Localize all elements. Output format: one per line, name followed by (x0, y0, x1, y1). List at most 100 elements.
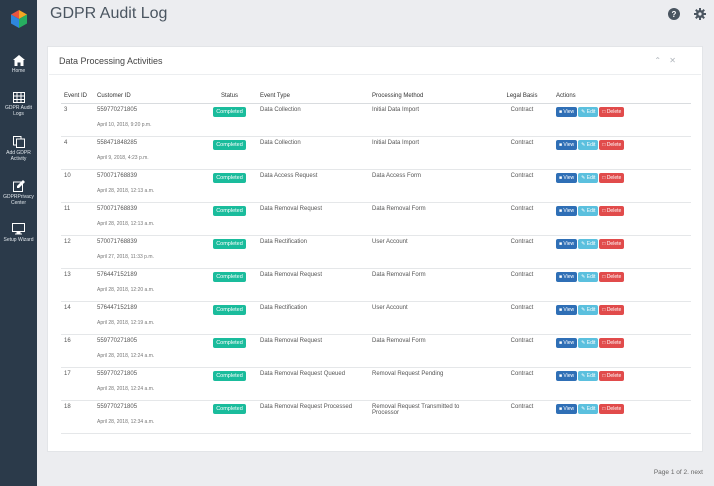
customer-cell: 570071768839 April 28, 2018, 12:13 a.m. (94, 169, 202, 202)
edit-label: Edit (586, 273, 596, 280)
event-type-cell: Data Removal Request (257, 268, 369, 301)
delete-button[interactable]: □ Delete (599, 238, 625, 249)
sidebar-item-privacy-center[interactable]: GDPRPrivacy Center (0, 180, 37, 206)
chevron-up-icon[interactable]: ⌃ (654, 56, 661, 65)
event-type: Data Removal Request (260, 337, 323, 344)
delete-button[interactable]: □ Delete (599, 403, 625, 414)
customer-cell: 576447152189 April 28, 2018, 12:20 a.m. (94, 268, 202, 301)
customer-cell: 559770271805 April 28, 2018, 12:24 a.m. (94, 367, 202, 400)
event-type-cell: Data Rectification (257, 235, 369, 268)
column-header-status[interactable]: Status (202, 90, 257, 104)
delete-button[interactable]: □ Delete (599, 304, 625, 315)
view-button[interactable]: ■ View (556, 205, 578, 216)
basis-cell: Contract (491, 169, 553, 202)
view-label: View (563, 306, 575, 313)
edit-icon (0, 180, 37, 192)
processing-method: User Account (372, 238, 408, 245)
delete-button[interactable]: □ Delete (599, 172, 625, 183)
column-header-legal-basis[interactable]: Legal Basis (491, 90, 553, 104)
edit-button[interactable]: ✎ Edit (578, 370, 599, 381)
edit-button[interactable]: ✎ Edit (578, 403, 599, 414)
event-id: 18 (64, 403, 71, 410)
event-type: Data Collection (260, 139, 301, 146)
delete-button[interactable]: □ Delete (599, 139, 625, 150)
close-icon[interactable]: ✕ (669, 56, 676, 65)
view-button[interactable]: ■ View (556, 403, 578, 414)
legal-basis: Contract (510, 403, 534, 410)
status-cell: Completed (202, 103, 257, 136)
status-badge: Completed (213, 370, 246, 381)
view-label: View (563, 141, 575, 148)
table-row: 11 570071768839 April 28, 2018, 12:13 a.… (61, 202, 691, 235)
event-date: April 27, 2018, 11:33 p.m. (97, 253, 154, 260)
actions-cell: ■ View ✎ Edit □ Delete (553, 235, 691, 268)
sidebar-item-setup-wizard[interactable]: Setup Wizard (0, 223, 37, 243)
method-cell: Removal Request Transmitted to Processor (369, 400, 491, 433)
view-button[interactable]: ■ View (556, 370, 578, 381)
basis-cell: Contract (491, 400, 553, 433)
activities-table: Event ID Customer ID Status Event Type P… (61, 90, 691, 434)
status-cell: Completed (202, 235, 257, 268)
svg-text:?: ? (672, 10, 677, 19)
view-button[interactable]: ■ View (556, 337, 578, 348)
edit-button[interactable]: ✎ Edit (578, 106, 599, 117)
edit-label: Edit (586, 405, 596, 412)
view-label: View (563, 207, 575, 214)
sidebar-item-label: Add GDPR Activity (6, 150, 31, 162)
gear-icon[interactable] (694, 8, 706, 20)
table-row: 14 576447152189 April 28, 2018, 12:19 a.… (61, 301, 691, 334)
legal-basis: Contract (510, 271, 534, 278)
activities-panel: Data Processing Activities ⌃ ✕ Event ID … (47, 46, 703, 452)
event-type: Data Rectification (260, 304, 308, 311)
basis-cell: Contract (491, 301, 553, 334)
method-cell: Data Access Form (369, 169, 491, 202)
sidebar-item-add-activity[interactable]: Add GDPR Activity (0, 136, 37, 162)
actions-cell: ■ View ✎ Edit □ Delete (553, 136, 691, 169)
view-button[interactable]: ■ View (556, 271, 578, 282)
delete-button[interactable]: □ Delete (599, 271, 625, 282)
event-type-cell: Data Removal Request (257, 202, 369, 235)
help-icon[interactable]: ? (668, 8, 680, 20)
method-cell: Data Removal Form (369, 268, 491, 301)
processing-method: Removal Request Transmitted to Processor (372, 403, 460, 416)
column-header-customer-id[interactable]: Customer ID (94, 90, 202, 104)
edit-button[interactable]: ✎ Edit (578, 304, 599, 315)
delete-button[interactable]: □ Delete (599, 370, 625, 381)
sidebar-item-audit-logs[interactable]: GDPR Audit Logs (0, 92, 37, 117)
delete-button[interactable]: □ Delete (599, 337, 625, 348)
pagination[interactable]: Page 1 of 2. next (654, 469, 703, 476)
app-logo[interactable] (0, 0, 37, 37)
event-date: April 28, 2018, 12:34 a.m. (97, 418, 155, 425)
status-badge: Completed (213, 238, 246, 249)
edit-button[interactable]: ✎ Edit (578, 337, 599, 348)
view-button[interactable]: ■ View (556, 172, 578, 183)
method-cell: Initial Data Import (369, 103, 491, 136)
delete-button[interactable]: □ Delete (599, 106, 625, 117)
view-button[interactable]: ■ View (556, 106, 578, 117)
column-header-event-type[interactable]: Event Type (257, 90, 369, 104)
event-type-cell: Data Collection (257, 136, 369, 169)
edit-button[interactable]: ✎ Edit (578, 139, 599, 150)
method-cell: Initial Data Import (369, 136, 491, 169)
basis-cell: Contract (491, 367, 553, 400)
view-button[interactable]: ■ View (556, 238, 578, 249)
event-type: Data Collection (260, 106, 301, 113)
delete-label: Delete (606, 372, 622, 379)
home-icon (0, 55, 37, 66)
view-button[interactable]: ■ View (556, 139, 578, 150)
delete-button[interactable]: □ Delete (599, 205, 625, 216)
basis-cell: Contract (491, 235, 553, 268)
edit-button[interactable]: ✎ Edit (578, 271, 599, 282)
view-button[interactable]: ■ View (556, 304, 578, 315)
status-badge: Completed (213, 106, 246, 117)
basis-cell: Contract (491, 268, 553, 301)
edit-button[interactable]: ✎ Edit (578, 238, 599, 249)
customer-cell: 559770271805 April 28, 2018, 12:34 a.m. (94, 400, 202, 433)
sidebar-item-home[interactable]: Home (0, 55, 37, 74)
edit-button[interactable]: ✎ Edit (578, 172, 599, 183)
column-header-event-id[interactable]: Event ID (61, 90, 94, 104)
edit-button[interactable]: ✎ Edit (578, 205, 599, 216)
status-cell: Completed (202, 202, 257, 235)
edit-label: Edit (586, 240, 596, 247)
column-header-processing-method[interactable]: Processing Method (369, 90, 491, 104)
